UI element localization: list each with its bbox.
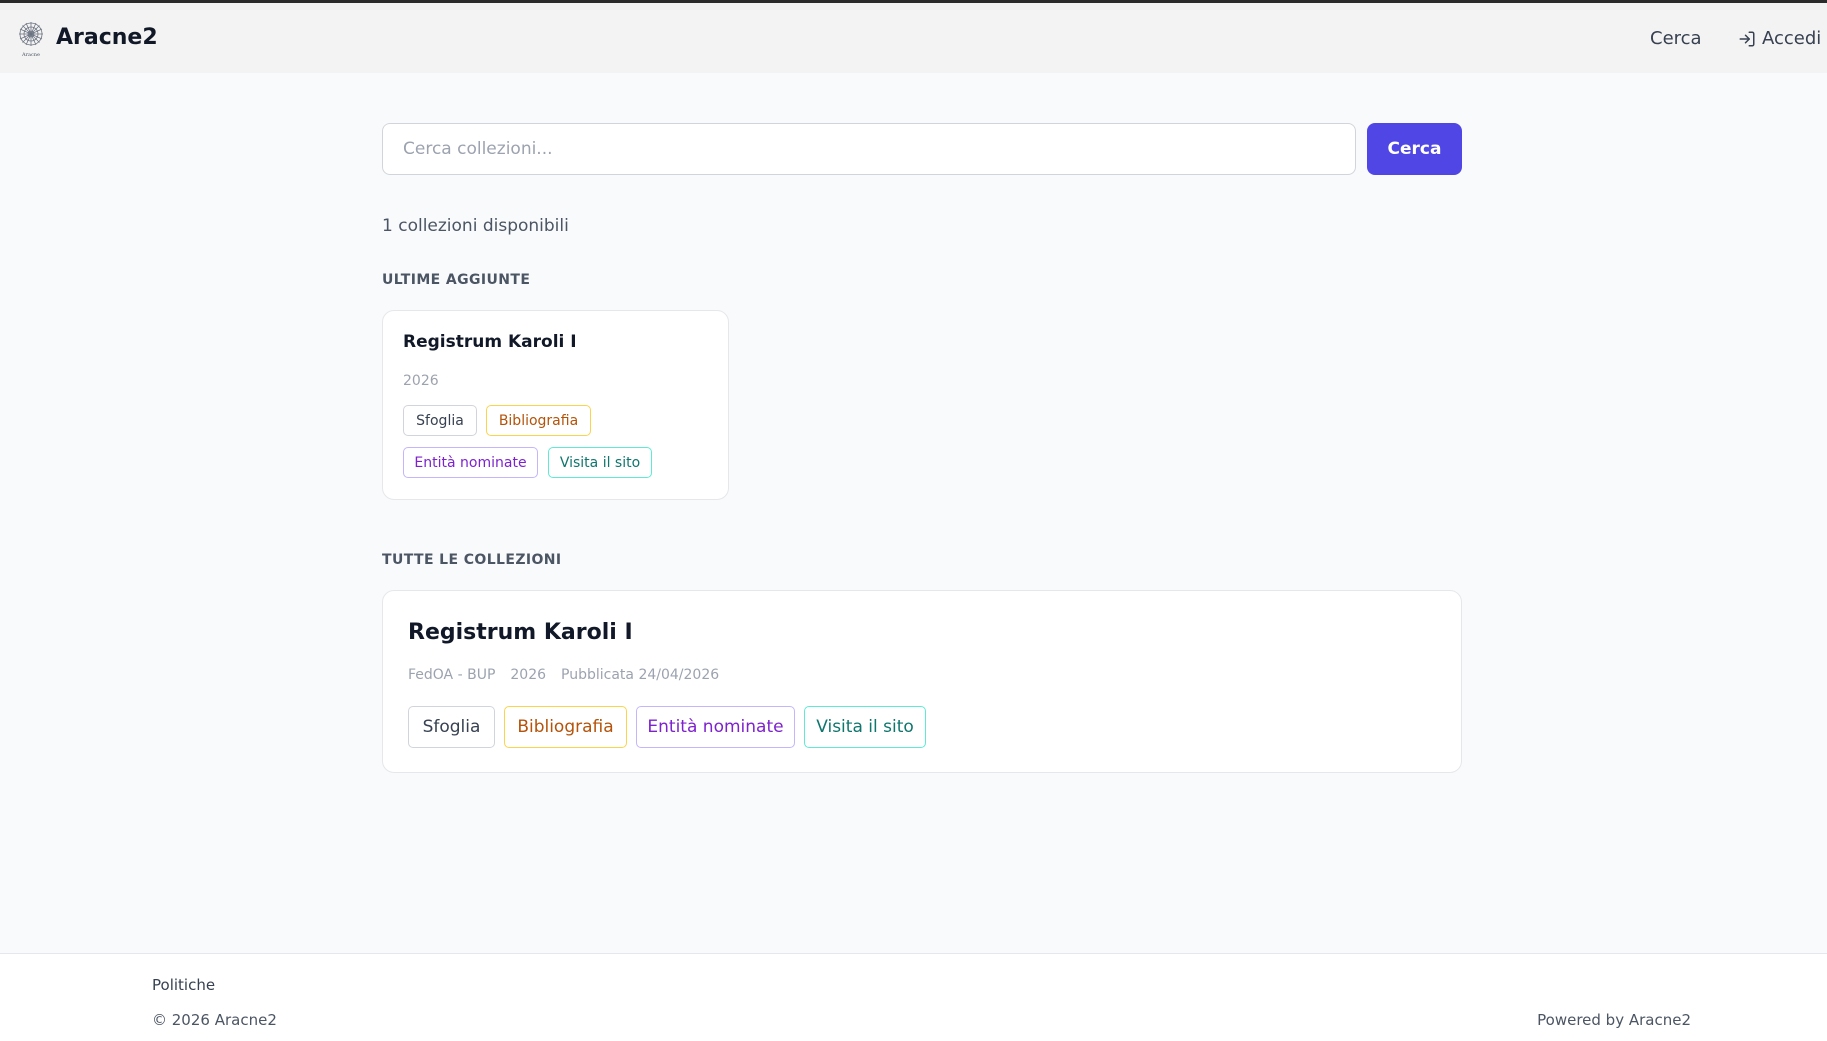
collection-card: Registrum Karoli I FedOA - BUP 2026 Pubb… xyxy=(382,590,1462,773)
nav-search-link[interactable]: Cerca xyxy=(1650,28,1702,49)
collections-count: 1 collezioni disponibili xyxy=(382,216,569,236)
policies-link[interactable]: Politiche xyxy=(152,976,215,994)
named-entities-button[interactable]: Entità nominate xyxy=(403,447,538,478)
collection-title[interactable]: Registrum Karoli I xyxy=(403,332,577,352)
top-navbar: Aracne Aracne2 Cerca Accedi xyxy=(0,3,1827,73)
brand-name[interactable]: Aracne2 xyxy=(56,25,158,50)
aracne-logo-icon[interactable]: Aracne xyxy=(18,21,44,58)
nav-login-label: Accedi xyxy=(1762,28,1822,49)
search-button[interactable]: Cerca xyxy=(1367,123,1462,175)
collection-publisher: FedOA - BUP xyxy=(408,667,496,683)
latest-section-heading: ULTIME AGGIUNTE xyxy=(382,272,531,288)
all-collections-heading: TUTTE LE COLLEZIONI xyxy=(382,552,562,568)
logo-caption: Aracne xyxy=(21,52,40,58)
collection-published-date: Pubblicata 24/04/2026 xyxy=(561,667,720,683)
page-footer: Politiche © 2026 Aracne2 Powered by Arac… xyxy=(0,953,1827,1041)
collection-meta: FedOA - BUP 2026 Pubblicata 24/04/2026 xyxy=(408,667,719,683)
nav-login-link[interactable]: Accedi xyxy=(1738,28,1821,49)
collection-search-input[interactable] xyxy=(382,123,1356,175)
visit-site-button[interactable]: Visita il sito xyxy=(804,706,926,748)
browse-button[interactable]: Sfoglia xyxy=(408,706,495,748)
powered-by-text: Powered by Aracne2 xyxy=(1537,1011,1691,1029)
login-icon xyxy=(1739,31,1755,46)
browse-button[interactable]: Sfoglia xyxy=(403,405,477,436)
collection-title[interactable]: Registrum Karoli I xyxy=(408,620,633,645)
bibliography-button[interactable]: Bibliografia xyxy=(504,706,627,748)
visit-site-button[interactable]: Visita il sito xyxy=(548,447,652,478)
bibliography-button[interactable]: Bibliografia xyxy=(486,405,591,436)
collection-year: 2026 xyxy=(510,667,547,683)
collection-year: 2026 xyxy=(403,373,439,389)
named-entities-button[interactable]: Entità nominate xyxy=(636,706,795,748)
copyright-text: © 2026 Aracne2 xyxy=(152,1011,277,1029)
latest-collection-card: Registrum Karoli I 2026 Sfoglia Bibliogr… xyxy=(382,310,729,500)
